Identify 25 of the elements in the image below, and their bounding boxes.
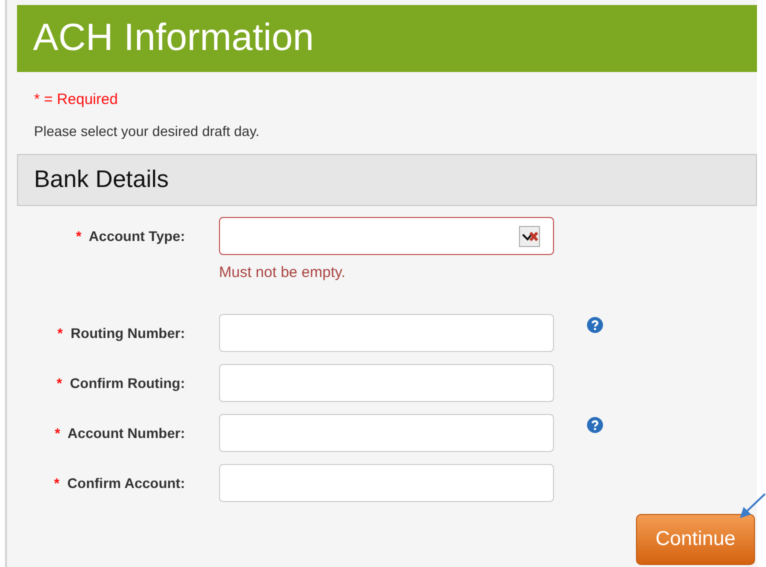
required-mark: * xyxy=(57,325,63,341)
field-label: Confirm Routing: xyxy=(70,375,185,391)
required-mark: * xyxy=(54,475,60,491)
required-mark: * xyxy=(56,375,62,391)
error-message: Must not be empty. xyxy=(219,264,346,281)
field-label: Account Type: xyxy=(88,228,185,244)
field-label: Confirm Account: xyxy=(67,475,185,491)
text-input-field[interactable] xyxy=(219,464,554,502)
dropdown-error-icon[interactable] xyxy=(519,226,540,247)
page-title: ACH Information xyxy=(33,17,314,60)
account-type-select[interactable] xyxy=(219,217,554,255)
required-note: * = Required xyxy=(34,91,119,108)
instructions-text: Please select your desired draft day. xyxy=(34,123,260,139)
section-title: Bank Details xyxy=(34,166,169,194)
help-icon[interactable] xyxy=(587,317,603,333)
field-label: Routing Number: xyxy=(70,325,185,341)
continue-button[interactable]: Continue xyxy=(636,514,755,565)
help-icon[interactable] xyxy=(587,417,603,433)
required-mark: * xyxy=(76,228,82,244)
annotation-arrow xyxy=(738,492,766,520)
text-input-field[interactable] xyxy=(219,314,554,352)
field-label: Account Number: xyxy=(68,425,185,441)
text-input-field[interactable] xyxy=(219,414,554,452)
text-input-field[interactable] xyxy=(219,364,554,402)
required-mark: * xyxy=(54,425,60,441)
